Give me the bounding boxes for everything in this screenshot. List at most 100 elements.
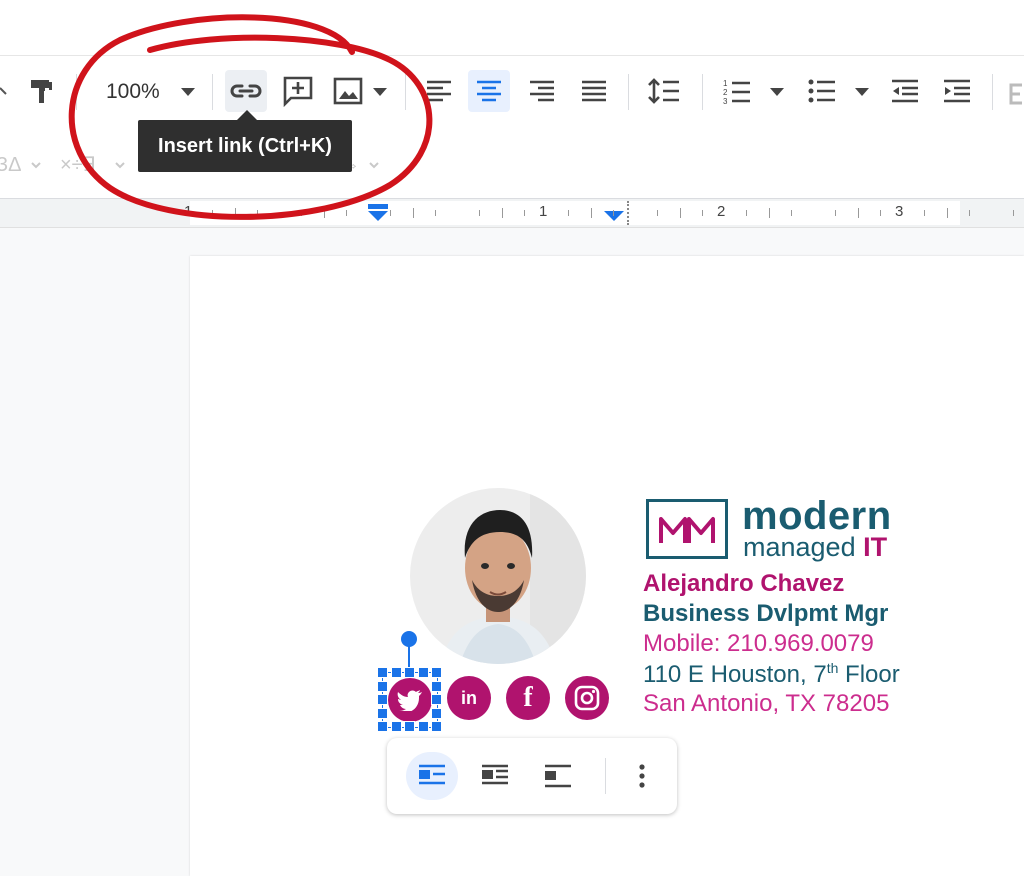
signature-address: 110 E Houston, 7th Floor: [643, 660, 900, 689]
ruler-tick: [835, 210, 836, 216]
numbered-list-icon: 123: [723, 79, 750, 105]
align-right-button[interactable]: [521, 70, 563, 112]
facebook-button[interactable]: f: [506, 676, 550, 720]
line-spacing-button[interactable]: [643, 70, 685, 112]
resize-handle[interactable]: [377, 680, 388, 692]
ruler-tick: [657, 210, 658, 216]
logo-managed-text: managed: [743, 532, 856, 562]
twitter-icon: [397, 690, 422, 711]
mm-logo-icon: [659, 517, 715, 543]
justify-icon: [582, 80, 606, 102]
address-floor: Floor: [838, 661, 900, 688]
ruler-tick: [791, 210, 792, 216]
resize-handle[interactable]: [431, 680, 442, 692]
ruler-tick: [502, 208, 503, 218]
toolbar-separator: [992, 74, 993, 110]
rotate-handle[interactable]: [401, 631, 417, 647]
resize-handle[interactable]: [431, 707, 442, 719]
person-photo: [410, 488, 586, 664]
red-annotation-circle: [68, 14, 433, 220]
signature-mobile: Mobile: 210.969.0079: [643, 630, 874, 657]
inline-wrap-button[interactable]: [406, 752, 458, 800]
increase-indent-icon: [944, 79, 970, 103]
ruler-tick: [568, 210, 569, 216]
wrap-text-button[interactable]: [469, 752, 521, 800]
bulleted-list-icon: [808, 79, 835, 103]
margin-marker[interactable]: [627, 201, 631, 225]
resize-handle[interactable]: [431, 667, 442, 678]
twitter-button[interactable]: [388, 678, 432, 722]
image-options-toolbar: [387, 738, 677, 814]
decrease-indent-icon: [892, 79, 918, 103]
inline-wrap-icon: [419, 764, 445, 785]
signature-title: Business Dvlpmt Mgr: [643, 600, 889, 627]
bulleted-list-button[interactable]: [801, 70, 843, 112]
ruler-label: 1: [539, 203, 548, 220]
svg-text:2: 2: [723, 88, 728, 97]
align-center-button[interactable]: [468, 70, 510, 112]
ruler-tick: [880, 210, 881, 216]
ruler-tick: [524, 210, 525, 216]
ruler-tick: [1013, 210, 1014, 216]
linkedin-button[interactable]: in: [447, 676, 491, 720]
resize-handle[interactable]: [404, 667, 415, 678]
svg-text:1: 1: [723, 79, 728, 88]
toolbar-separator: [702, 74, 703, 110]
right-indent-marker-icon[interactable]: [603, 209, 625, 223]
break-text-button[interactable]: [532, 752, 584, 800]
resize-handle[interactable]: [404, 721, 415, 732]
selected-twitter-image[interactable]: [382, 672, 438, 728]
decrease-indent-button[interactable]: [884, 70, 926, 112]
bulleted-list-chevron-down-icon[interactable]: [855, 88, 869, 96]
toolbar-separator: [628, 74, 629, 110]
ruler-tick: [479, 210, 480, 216]
toolbar-separator: [605, 758, 606, 794]
align-right-icon: [530, 80, 554, 102]
signature-name: Alejandro Chavez: [643, 570, 845, 597]
ruler-tick: [769, 208, 770, 218]
resize-handle[interactable]: [417, 667, 429, 678]
instagram-button[interactable]: [565, 676, 609, 720]
ruler-label: 3: [895, 203, 904, 220]
resize-handle[interactable]: [377, 721, 388, 732]
profile-photo[interactable]: [410, 488, 586, 664]
numbered-list-button[interactable]: 123: [716, 70, 758, 112]
clear-formatting-icon[interactable]: [1008, 82, 1024, 106]
company-logo-mark: [646, 499, 728, 559]
linkedin-icon: in: [461, 687, 477, 708]
address-superscript: th: [826, 660, 839, 676]
logo-word-managed: managed IT: [743, 532, 887, 563]
instagram-icon: [574, 685, 600, 711]
ruler-tick: [924, 210, 925, 216]
svg-text:3: 3: [723, 97, 728, 105]
ruler-tick: [858, 208, 859, 218]
resize-handle[interactable]: [377, 667, 388, 678]
break-text-icon: [545, 764, 571, 788]
resize-handle[interactable]: [417, 721, 429, 732]
resize-handle[interactable]: [390, 667, 402, 678]
ruler-tick: [613, 210, 614, 216]
wrap-text-icon: [482, 764, 508, 785]
more-vert-icon: [639, 764, 645, 788]
resize-handle[interactable]: [431, 694, 442, 705]
address-main: 110 E Houston, 7: [643, 661, 827, 688]
logo-it-text: IT: [863, 532, 888, 562]
ruler-tick: [591, 208, 592, 218]
justify-button[interactable]: [573, 70, 615, 112]
ruler-tick: [969, 210, 970, 216]
numbered-list-chevron-down-icon[interactable]: [770, 88, 784, 96]
increase-indent-button[interactable]: [936, 70, 978, 112]
ruler-label: 2: [717, 203, 726, 220]
facebook-icon: f: [523, 682, 533, 713]
ruler-tick: [702, 210, 703, 216]
resize-handle[interactable]: [390, 721, 402, 732]
signature-city: San Antonio, TX 78205: [643, 690, 890, 717]
resize-handle[interactable]: [377, 707, 388, 719]
ruler-tick: [746, 210, 747, 216]
resize-handle[interactable]: [431, 721, 442, 732]
resize-handle[interactable]: [377, 694, 388, 705]
ruler-tick: [947, 208, 948, 218]
align-center-icon: [477, 80, 501, 102]
more-options-button[interactable]: [616, 752, 668, 800]
line-spacing-icon: [648, 78, 679, 104]
